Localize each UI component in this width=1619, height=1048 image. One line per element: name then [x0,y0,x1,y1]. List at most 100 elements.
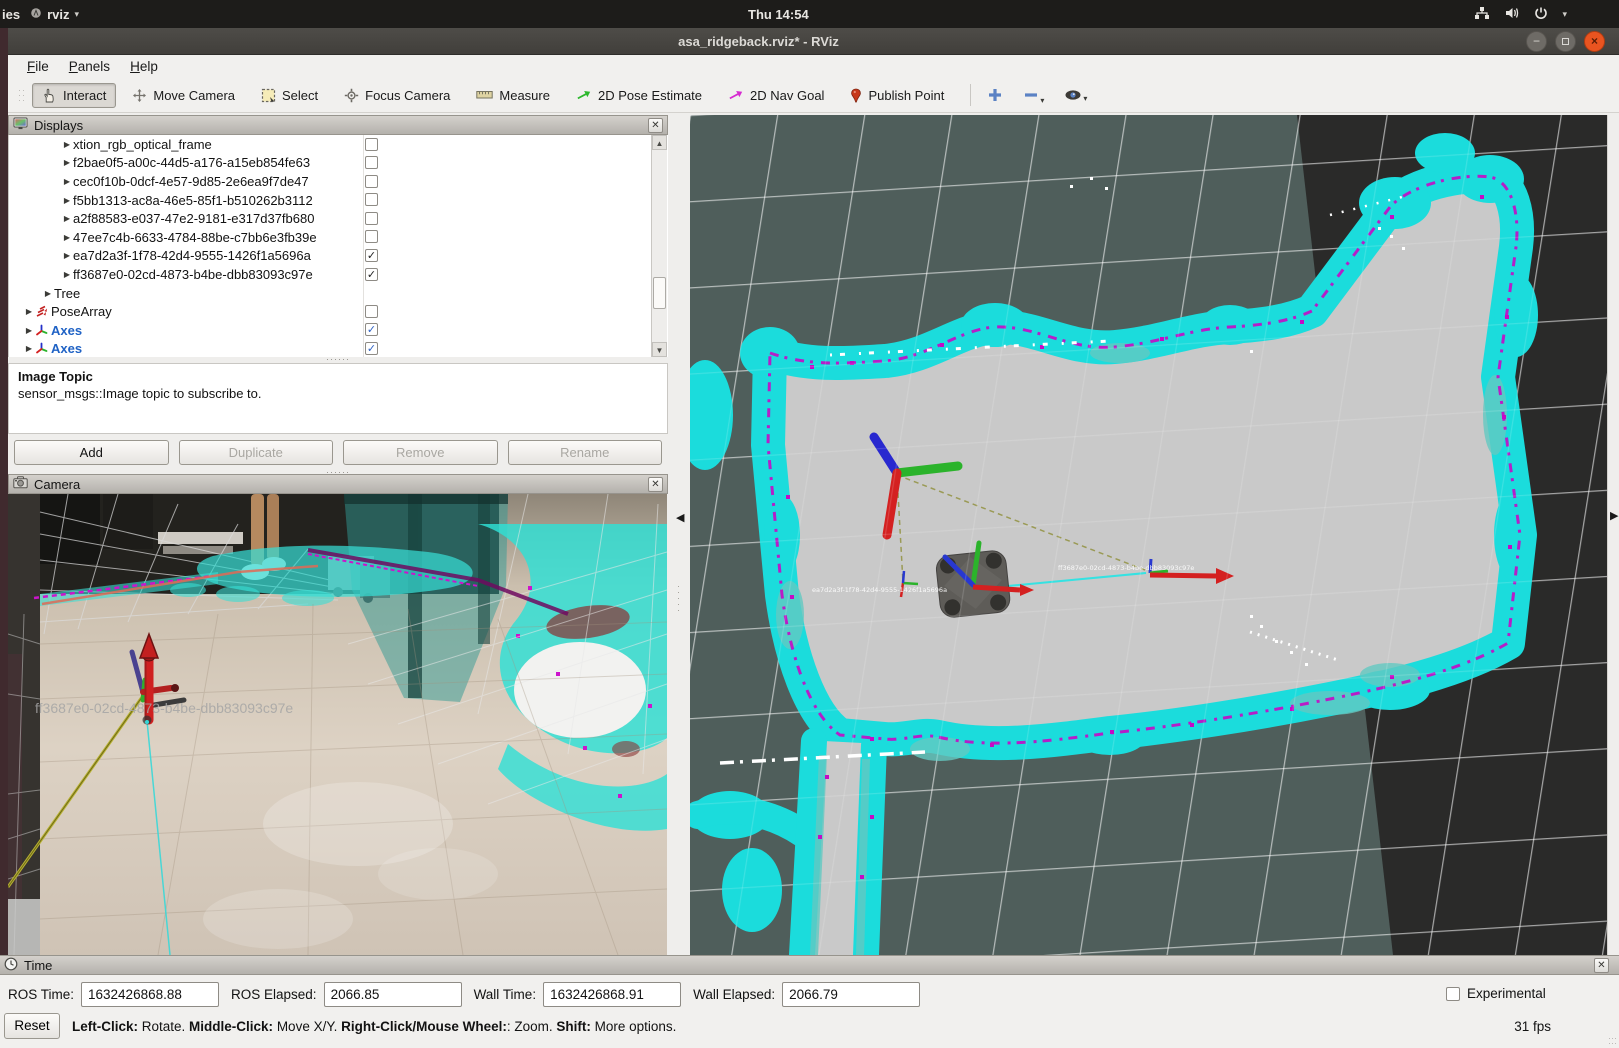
toolbar-grip[interactable]: ······ [18,88,28,103]
expander-icon[interactable]: ▶ [61,233,73,242]
activities-button[interactable]: ies [2,7,20,22]
panel-splitter[interactable]: ····· ◀ [668,115,690,955]
field-label: Wall Elapsed: [693,987,775,1002]
enable-checkbox[interactable]: ✓ [365,249,378,262]
description-title: Image Topic [18,369,658,384]
rviz-screen: ies rviz ▾ Thu 14:54 ▾ asa_ridgeback.rvi… [0,0,1619,1048]
rviz-logo-icon [30,7,42,22]
enable-checkbox[interactable] [365,212,378,225]
window-titlebar[interactable]: asa_ridgeback.rviz* - RViz − × [8,28,1619,55]
remove-button[interactable]: Remove [343,440,498,465]
tree-row-f2bae0f5-a00c-44d5-a176-a15eb854fe63[interactable]: ▶f2bae0f5-a00c-44d5-a176-a15eb854fe63 [9,154,668,173]
expander-icon[interactable]: ▶ [61,158,73,167]
expander-icon[interactable]: ▶ [61,140,73,149]
scroll-down-icon[interactable]: ▼ [652,342,667,357]
power-icon[interactable] [1534,6,1548,23]
tree-row-axes[interactable]: ▶Axes✓ [9,321,668,340]
expander-icon[interactable]: ▶ [61,177,73,186]
checkbox-icon[interactable] [1446,987,1460,1001]
scrollbar[interactable]: ▲ ▼ [651,135,667,357]
close-button[interactable]: × [1584,31,1605,52]
tool-measure[interactable]: Measure [466,83,560,108]
resize-grip[interactable]: ······ [1608,1036,1617,1046]
reset-button[interactable]: Reset [4,1013,60,1039]
enable-checkbox[interactable]: ✓ [365,342,378,355]
menu-help[interactable]: Help [121,57,167,76]
camera-frame-label: ff3687e0-02cd-4873-b4be-dbb83093c97e [35,700,293,716]
menu-panels[interactable]: Panels [60,57,119,76]
enable-checkbox[interactable] [365,138,378,151]
enable-checkbox[interactable] [365,193,378,206]
tool-interact[interactable]: Interact [32,83,116,108]
ros-time-input[interactable] [81,982,219,1007]
wall-time-input[interactable] [543,982,681,1007]
render-viewport[interactable]: ea7d2a3f-1f78-42d4-9555-1426f1a5696a ff3… [690,115,1607,955]
panel-splitter-right[interactable]: ▶ [1607,115,1619,955]
tree-row-a2f88583-e037-47e2-9181-e317d37fb680[interactable]: ▶a2f88583-e037-47e2-9181-e317d37fb680 [9,209,668,228]
wall-elapsed-input[interactable] [782,982,920,1007]
tree-row-axes[interactable]: ▶Axes✓ [9,340,668,357]
minimize-button[interactable]: − [1526,31,1547,52]
expander-icon[interactable]: ▶ [23,307,35,316]
app-menu-rviz[interactable]: rviz ▾ [30,7,79,22]
tree-row-ff3687e0-02cd-4873-b4be-dbb83093c97e[interactable]: ▶ff3687e0-02cd-4873-b4be-dbb83093c97e✓ [9,265,668,284]
ros-elapsed-input[interactable] [324,982,462,1007]
enable-checkbox[interactable]: ✓ [365,323,378,336]
rename-button[interactable]: Rename [508,440,663,465]
tree-row-tree[interactable]: ▶Tree [9,284,668,303]
expander-icon[interactable]: ▶ [61,214,73,223]
close-icon[interactable]: ✕ [1594,958,1609,973]
expander-icon[interactable]: ▶ [61,251,73,260]
enable-checkbox[interactable] [365,305,378,318]
tool-2d-pose-estimate[interactable]: 2D Pose Estimate [566,83,712,108]
expander-icon[interactable]: ▶ [23,344,35,353]
enable-checkbox[interactable] [365,175,378,188]
expander-icon[interactable]: ▶ [61,270,73,279]
clock-icon [4,957,18,974]
close-icon[interactable]: ✕ [648,477,663,492]
scroll-up-icon[interactable]: ▲ [652,135,667,150]
tool-zoom-in-plus[interactable] [981,84,1009,106]
time-panel: Time ✕ ROS Time:ROS Elapsed:Wall Time:Wa… [0,955,1619,1048]
tool-focus-camera[interactable]: Focus Camera [334,83,460,108]
tree-row-cec0f10b-0dcf-4e57-9d85-2e6ea9f7de47[interactable]: ▶cec0f10b-0dcf-4e57-9d85-2e6ea9f7de47 [9,172,668,191]
close-icon[interactable]: ✕ [648,118,663,133]
tree-row-f5bb1313-ac8a-46e5-85f1-b510262b3112[interactable]: ▶f5bb1313-ac8a-46e5-85f1-b510262b3112 [9,191,668,210]
expander-icon[interactable]: ▶ [61,196,73,205]
maximize-button[interactable] [1555,31,1576,52]
clock[interactable]: Thu 14:54 [748,0,809,28]
tool-select[interactable]: Select [251,83,328,108]
time-panel-header[interactable]: Time ✕ [0,955,1619,975]
duplicate-button[interactable]: Duplicate [179,440,334,465]
menu-file[interactable]: File [18,57,58,76]
tool-publish-point[interactable]: Publish Point [840,83,954,108]
network-icon[interactable] [1474,6,1490,23]
collapse-right-icon[interactable]: ▶ [1610,509,1618,522]
expander-icon[interactable]: ▶ [42,289,54,298]
chevron-down-icon[interactable]: ▾ [1562,9,1567,20]
tree-row-xtion-rgb-optical-frame[interactable]: ▶xtion_rgb_optical_frame [9,135,668,154]
expander-icon[interactable]: ▶ [23,326,35,335]
tree-row-ea7d2a3f-1f78-42d4-9555-1426f1a5696a[interactable]: ▶ea7d2a3f-1f78-42d4-9555-1426f1a5696a✓ [9,247,668,266]
chevron-down-icon[interactable]: ▾ [1040,96,1044,105]
tool-move-camera[interactable]: Move Camera [122,83,245,108]
tool-zoom-out-minus[interactable]: ▾ [1017,84,1050,106]
collapse-left-icon[interactable]: ◀ [676,511,684,524]
ros-elapsed-field: ROS Elapsed: [231,982,462,1007]
displays-panel-header[interactable]: Displays ✕ [8,115,668,135]
scrollbar-thumb[interactable] [653,277,666,309]
enable-checkbox[interactable] [365,230,378,243]
enable-checkbox[interactable]: ✓ [365,268,378,281]
volume-icon[interactable] [1504,6,1520,23]
enable-checkbox[interactable] [365,156,378,169]
tree-row-posearray[interactable]: ▶PoseArray [9,302,668,321]
tool-2d-nav-goal[interactable]: 2D Nav Goal [718,83,834,108]
tool-eye[interactable]: ▾ [1058,86,1093,104]
camera-viewport[interactable]: ff3687e0-02cd-4873-b4be-dbb83093c97e [8,494,667,955]
tree-row-47ee7c4b-6633-4784-88be-c7bb6e3fb39e[interactable]: ▶47ee7c4b-6633-4784-88be-c7bb6e3fb39e [9,228,668,247]
camera-panel-header[interactable]: Camera ✕ [8,474,668,494]
chevron-down-icon[interactable]: ▾ [1083,94,1087,103]
add-button[interactable]: Add [14,440,169,465]
eye-icon [1064,89,1082,101]
experimental-checkbox[interactable]: Experimental [1446,986,1546,1001]
